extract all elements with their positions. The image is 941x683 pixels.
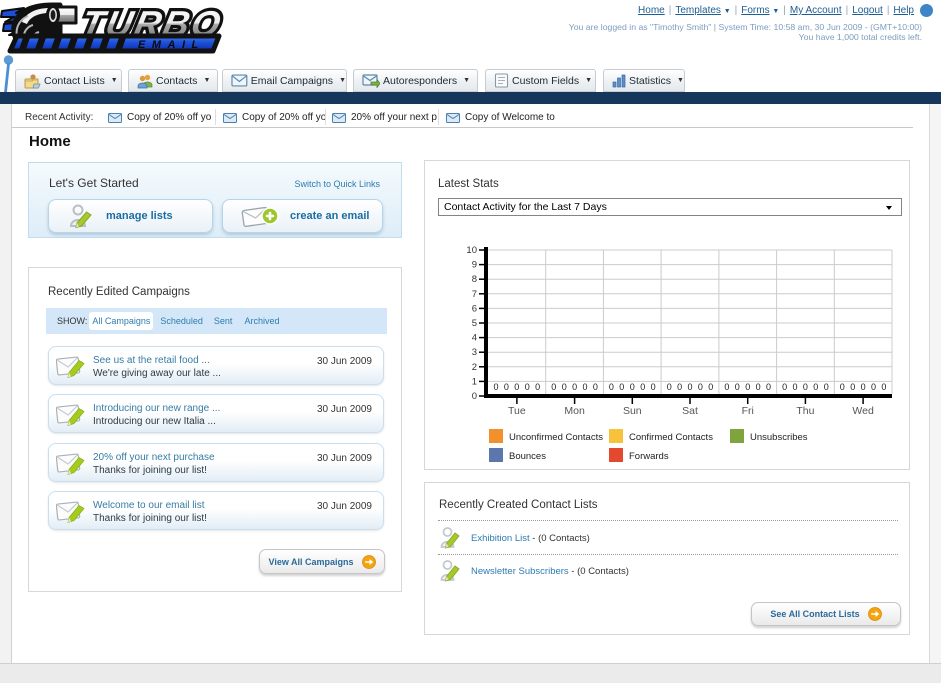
svg-text:0: 0 bbox=[619, 382, 624, 392]
svg-text:0: 0 bbox=[698, 382, 703, 392]
svg-text:0: 0 bbox=[640, 382, 645, 392]
svg-text:Unconfirmed Contacts: Unconfirmed Contacts bbox=[509, 432, 603, 443]
svg-text:0: 0 bbox=[687, 382, 692, 392]
svg-text:Tue: Tue bbox=[508, 405, 526, 417]
svg-text:0: 0 bbox=[562, 382, 567, 392]
svg-text:1: 1 bbox=[472, 376, 477, 387]
svg-text:4: 4 bbox=[472, 333, 477, 344]
svg-text:6: 6 bbox=[472, 303, 477, 314]
svg-text:0: 0 bbox=[651, 382, 656, 392]
svg-text:Thu: Thu bbox=[796, 405, 814, 417]
svg-text:0: 0 bbox=[824, 382, 829, 392]
svg-text:0: 0 bbox=[572, 382, 577, 392]
svg-text:0: 0 bbox=[745, 382, 750, 392]
svg-text:0: 0 bbox=[792, 382, 797, 392]
svg-text:0: 0 bbox=[871, 382, 876, 392]
svg-text:0: 0 bbox=[850, 382, 855, 392]
svg-text:0: 0 bbox=[756, 382, 761, 392]
svg-text:0: 0 bbox=[803, 382, 808, 392]
svg-text:0: 0 bbox=[493, 382, 498, 392]
svg-text:3: 3 bbox=[472, 347, 477, 358]
svg-text:0: 0 bbox=[861, 382, 866, 392]
svg-text:0: 0 bbox=[881, 382, 886, 392]
svg-text:0: 0 bbox=[677, 382, 682, 392]
svg-text:8: 8 bbox=[472, 274, 477, 285]
svg-text:Forwards: Forwards bbox=[629, 451, 669, 462]
svg-text:EMAIL: EMAIL bbox=[138, 39, 205, 51]
svg-text:0: 0 bbox=[813, 382, 818, 392]
svg-text:0: 0 bbox=[582, 382, 587, 392]
svg-text:5: 5 bbox=[472, 318, 477, 329]
svg-text:0: 0 bbox=[514, 382, 519, 392]
svg-text:Bounces: Bounces bbox=[509, 451, 546, 462]
svg-text:0: 0 bbox=[840, 382, 845, 392]
svg-text:0: 0 bbox=[535, 382, 540, 392]
svg-text:0: 0 bbox=[724, 382, 729, 392]
svg-text:0: 0 bbox=[525, 382, 530, 392]
svg-text:0: 0 bbox=[766, 382, 771, 392]
svg-text:0: 0 bbox=[551, 382, 556, 392]
svg-text:Unsubscribes: Unsubscribes bbox=[750, 432, 808, 443]
svg-text:0: 0 bbox=[609, 382, 614, 392]
svg-text:0: 0 bbox=[735, 382, 740, 392]
svg-text:Wed: Wed bbox=[852, 405, 874, 417]
svg-text:0: 0 bbox=[667, 382, 672, 392]
svg-text:0: 0 bbox=[630, 382, 635, 392]
svg-text:0: 0 bbox=[593, 382, 598, 392]
svg-text:Sun: Sun bbox=[623, 405, 642, 417]
svg-text:0: 0 bbox=[708, 382, 713, 392]
svg-text:0: 0 bbox=[782, 382, 787, 392]
svg-text:7: 7 bbox=[472, 289, 477, 300]
svg-text:0: 0 bbox=[472, 391, 477, 402]
svg-text:Mon: Mon bbox=[564, 405, 585, 417]
svg-text:2: 2 bbox=[472, 362, 477, 373]
svg-text:9: 9 bbox=[472, 260, 477, 271]
svg-text:Fri: Fri bbox=[742, 405, 754, 417]
svg-text:0: 0 bbox=[504, 382, 509, 392]
svg-text:10: 10 bbox=[466, 245, 477, 256]
svg-text:Confirmed Contacts: Confirmed Contacts bbox=[629, 432, 713, 443]
svg-text:Sat: Sat bbox=[682, 405, 698, 417]
